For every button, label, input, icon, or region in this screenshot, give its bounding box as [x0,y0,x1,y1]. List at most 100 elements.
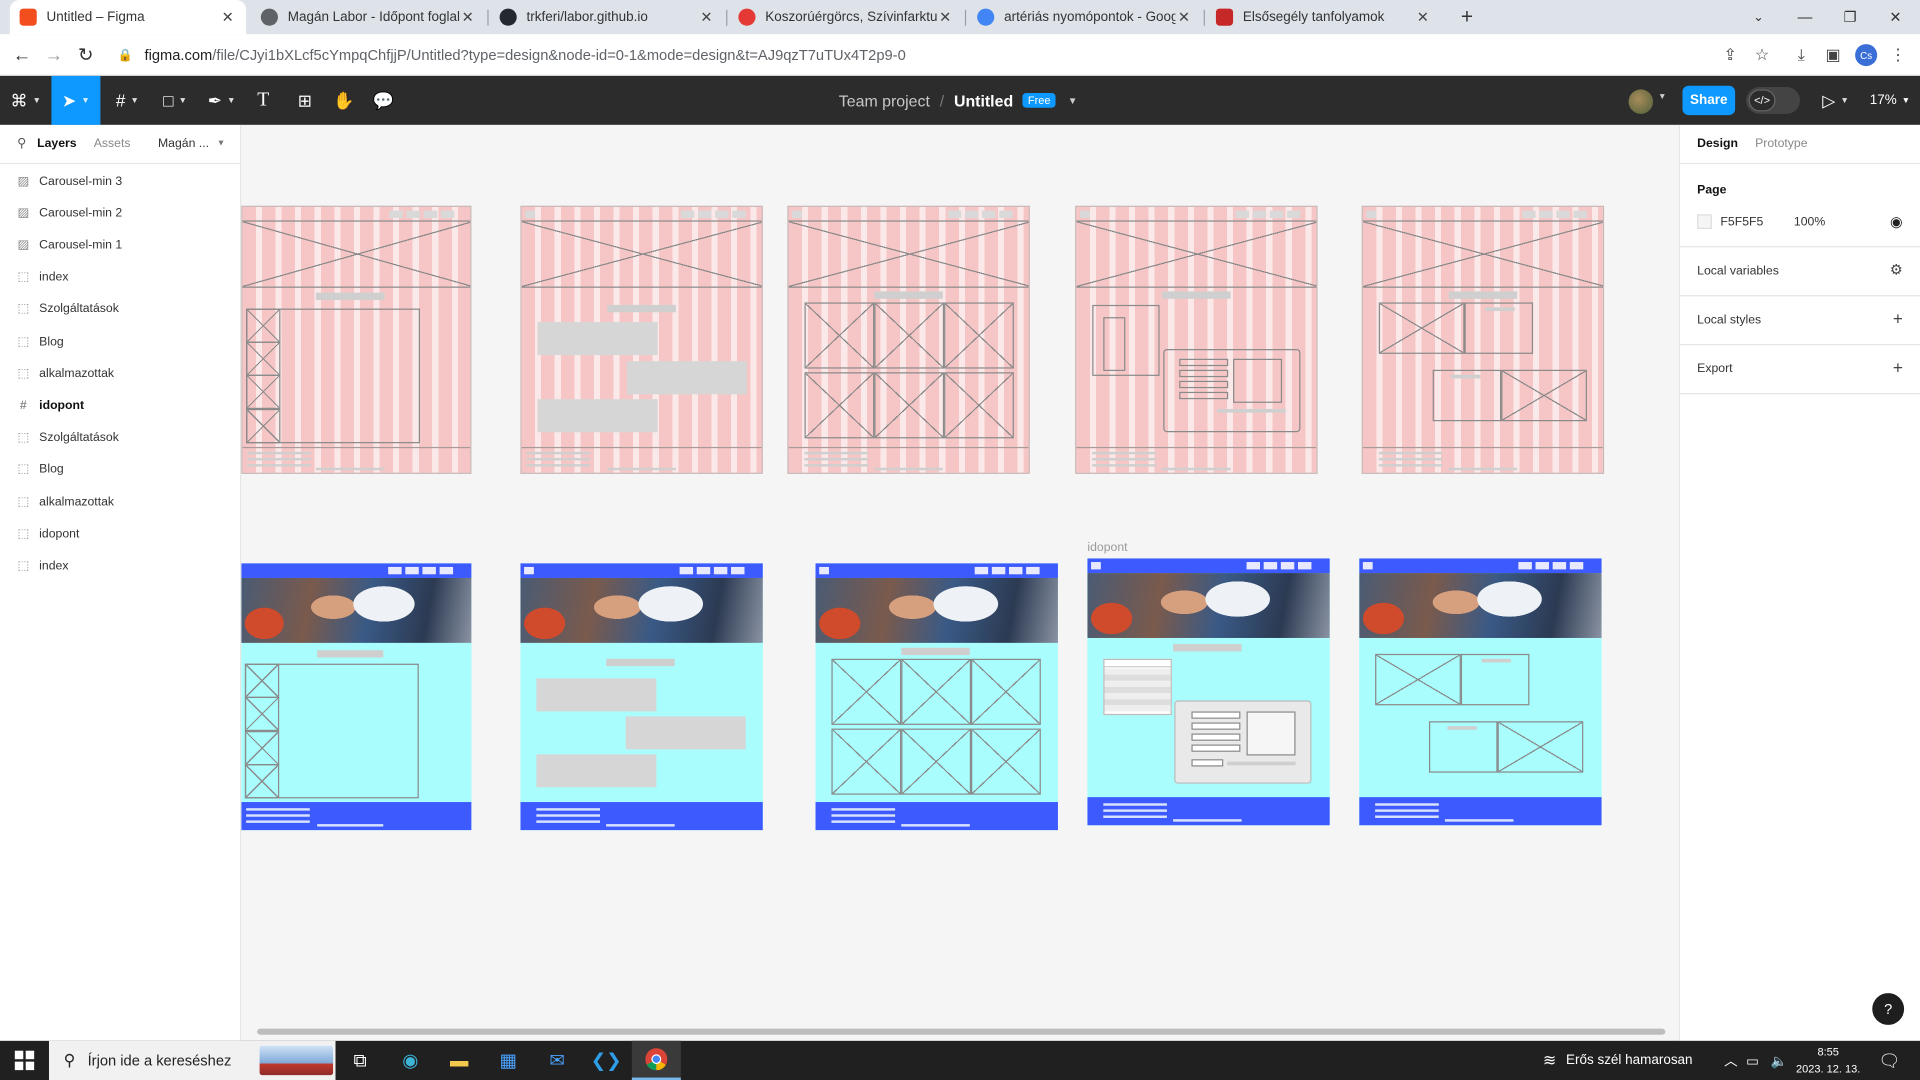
eye-icon[interactable]: ◉ [1890,213,1903,230]
microsoft-store-icon[interactable]: ▦ [484,1041,533,1080]
file-explorer-icon[interactable]: ▬ [435,1041,484,1080]
layer-item[interactable]: ⬚ idopont [0,518,240,550]
mockup-frame[interactable] [1359,558,1602,826]
profile-avatar[interactable]: Cs [1855,44,1878,67]
close-window-icon[interactable]: ✕ [1873,0,1917,34]
layer-item[interactable]: ⬚ alkalmazottak [0,358,240,390]
close-tab-icon[interactable]: ✕ [459,9,476,26]
taskbar-clock[interactable]: 8:55 2023. 12. 13. [1795,1043,1861,1077]
add-export-icon[interactable]: + [1893,358,1903,378]
new-tab-button[interactable]: + [1445,0,1489,34]
browser-tab-figma[interactable]: Untitled – Figma ✕ [9,0,247,35]
text-tool-icon[interactable]: T [247,76,279,125]
wireframe-frame[interactable] [787,205,1030,474]
windows-start-icon[interactable] [0,1041,49,1080]
pen-tool-icon[interactable]: ✒ ▼ [201,76,243,125]
close-tab-icon[interactable]: ✕ [1414,9,1431,26]
chrome-icon[interactable] [631,1040,681,1080]
close-tab-icon[interactable]: ✕ [219,9,236,26]
design-canvas[interactable]: idopont [241,124,1679,1041]
help-button[interactable]: ? [1872,993,1905,1025]
tray-chevron-icon[interactable]: ︿ [1724,1041,1737,1080]
tab-prototype[interactable]: Prototype [1755,137,1807,150]
close-tab-icon[interactable]: ✕ [937,9,954,26]
chevron-down-icon[interactable]: ▼ [217,140,225,149]
close-tab-icon[interactable]: ✕ [1176,9,1193,26]
chrome-menu-icon[interactable]: ⋮ [1887,44,1909,66]
volume-muted-icon[interactable]: 🔈 [1771,1041,1788,1080]
downloads-icon[interactable]: ⤓ [1790,44,1812,66]
browser-tab-google[interactable]: artériás nyomópontok - Google ✕ [967,0,1202,34]
restore-icon[interactable]: ❐ [1828,0,1872,34]
forward-arrow-icon[interactable]: → [42,43,66,67]
layer-item[interactable]: ▨ Carousel-min 2 [0,197,240,229]
frame-label-idopont[interactable]: idopont [1087,541,1127,554]
layer-item[interactable]: ⬚ index [0,550,240,582]
layer-item[interactable]: ⬚ Szolgáltatások [0,422,240,454]
variables-settings-icon[interactable]: ⚙ [1890,261,1903,278]
wireframe-frame[interactable] [520,205,763,474]
mockup-frame[interactable] [241,563,472,831]
frame-tool-icon[interactable]: # ▼ [105,76,149,125]
add-style-icon[interactable]: + [1893,309,1903,329]
mail-icon[interactable]: ✉ [533,1041,582,1080]
figma-main-menu-icon[interactable]: ⌘ ▼ [5,76,47,125]
local-styles-section[interactable]: Local styles + [1680,296,1920,346]
layer-item[interactable]: ⬚ alkalmazottak [0,486,240,518]
network-icon[interactable]: ▭ [1746,1041,1759,1080]
comment-tool-icon[interactable]: 💬 [367,76,399,125]
wireframe-frame[interactable] [1361,205,1605,474]
mockup-frame[interactable] [520,563,763,831]
team-project-link[interactable]: Team project [839,91,930,109]
layer-item[interactable]: # idopont [0,390,240,422]
vscode-icon[interactable]: ❮❯ [582,1041,631,1080]
page-fill-swatch[interactable] [1697,214,1712,229]
tab-assets[interactable]: Assets [94,137,131,150]
shape-tool-icon[interactable]: □ ▼ [154,76,196,125]
layer-item[interactable]: ⬚ index [0,262,240,294]
user-avatar[interactable] [1628,89,1654,114]
move-tool-icon[interactable]: ➤ ▼ [51,75,101,125]
dev-mode-toggle[interactable]: </> [1746,86,1801,114]
present-play-icon[interactable]: ▷ ▼ [1817,76,1854,125]
layer-item[interactable]: ▨ Carousel-min 1 [0,229,240,261]
browser-tab-koszoruer[interactable]: Koszorúérgörcs, Szívinfarktus - I ✕ [729,0,964,34]
edge-icon[interactable]: ◉ [386,1041,435,1080]
url-field[interactable]: 🔒 figma.com/file/CJyi1bXLcf5cYmpqChfjjP/… [107,39,1786,72]
avatar-chevron-icon[interactable]: ▼ [1658,93,1666,102]
task-view-icon[interactable]: ⧉ [336,1041,385,1080]
search-icon[interactable]: ⚲ [17,137,26,150]
bookmark-star-icon[interactable]: ☆ [1751,44,1773,66]
browser-tab-elsosegely[interactable]: Elsősegély tanfolyamok ✕ [1206,0,1441,34]
layer-item[interactable]: ⬚ Szolgáltatások [0,294,240,326]
tab-layers[interactable]: Layers [37,137,76,150]
close-tab-icon[interactable]: ✕ [698,9,715,26]
layer-item[interactable]: ⬚ Blog [0,326,240,358]
file-name[interactable]: Untitled [954,91,1013,109]
horizontal-scrollbar[interactable] [257,1028,1666,1035]
export-section[interactable]: Export + [1680,345,1920,395]
sidepanel-icon[interactable]: ▣ [1822,44,1844,66]
minimize-icon[interactable]: — [1783,0,1827,34]
share-button[interactable]: Share [1682,85,1736,116]
browser-tab-github[interactable]: trkferi/labor.github.io ✕ [490,0,725,34]
zoom-level[interactable]: 17% ▼ [1870,76,1910,125]
tab-search-chevron-icon[interactable]: ⌄ [1736,0,1780,34]
mockup-frame-idopont[interactable] [1087,558,1330,826]
wireframe-frame[interactable] [241,205,472,474]
notifications-icon[interactable]: 🗨 [1878,1041,1900,1080]
layer-item[interactable]: ▨ Carousel-min 3 [0,165,240,197]
reload-icon[interactable]: ↻ [73,43,97,67]
page-selector[interactable]: Magán ... [158,137,209,150]
back-arrow-icon[interactable]: ← [10,43,34,67]
tab-design[interactable]: Design [1697,137,1738,150]
resources-tool-icon[interactable]: ⊞ [289,76,321,125]
page-fill-opacity[interactable]: 100% [1794,216,1825,229]
hand-tool-icon[interactable]: ✋ [328,76,360,125]
taskbar-search-box[interactable]: ⚲ Írjon ide a kereséshez [48,1040,336,1080]
file-menu-chevron-icon[interactable]: ▼ [1068,95,1078,106]
share-page-icon[interactable]: ⇪ [1719,44,1741,66]
local-variables-section[interactable]: Local variables ⚙ [1680,247,1920,297]
weather-widget[interactable]: ≋ Erős szél hamarosan [1543,1041,1693,1080]
page-fill-hex[interactable]: F5F5F5 [1720,216,1763,229]
